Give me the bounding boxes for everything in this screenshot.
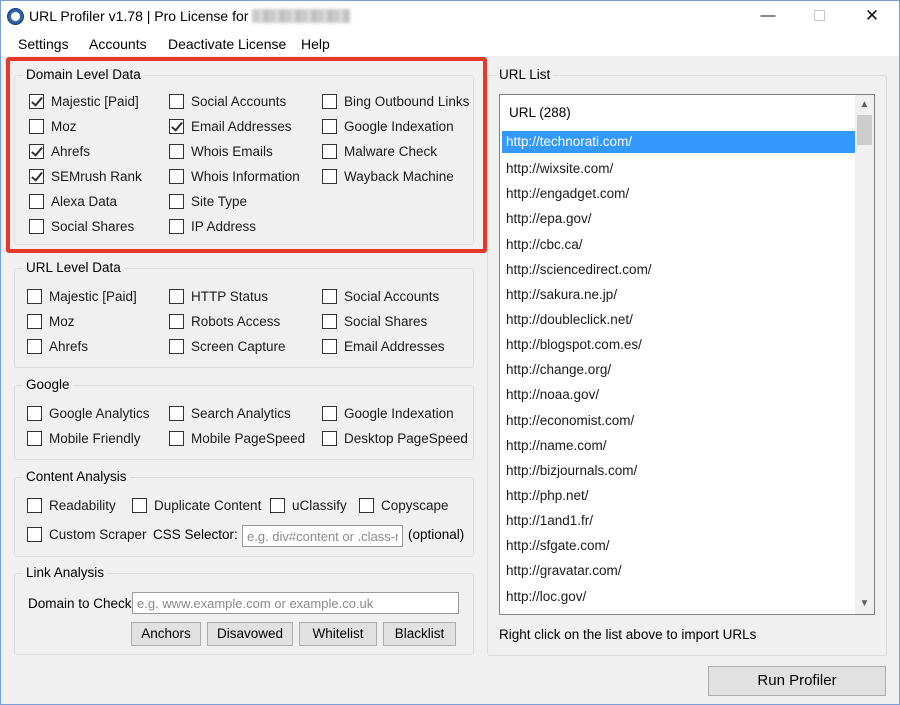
checkbox-box: [27, 431, 42, 446]
checkbox-box: [359, 498, 374, 513]
url-list-item[interactable]: http://noaa.gov/: [502, 382, 855, 407]
checkbox-label: Search Analytics: [191, 406, 291, 421]
domain-to-check-label: Domain to Check:: [28, 596, 136, 611]
checkbox-box: [27, 339, 42, 354]
checkbox-label: Email Addresses: [344, 339, 445, 354]
minimize-button[interactable]: —: [745, 1, 791, 31]
url-list-item[interactable]: http://doubleclick.net/: [502, 307, 855, 332]
url-list-item[interactable]: http://blogspot.com.es/: [502, 332, 855, 357]
disavowed-button[interactable]: Disavowed: [207, 622, 293, 646]
url-list-item[interactable]: http://technorati.com/: [502, 131, 855, 153]
checkbox-box: [322, 314, 337, 329]
checkbox-label: Mobile Friendly: [49, 431, 141, 446]
checkbox-box: [27, 289, 42, 304]
url-list-item[interactable]: http://name.com/: [502, 433, 855, 458]
maximize-button[interactable]: [796, 1, 842, 31]
google-label: Google: [23, 377, 73, 393]
window-title: URL Profiler v1.78 | Pro License for: [29, 8, 351, 24]
url-list-label: URL List: [496, 67, 554, 83]
url-list-item[interactable]: http://epa.gov/: [502, 206, 855, 231]
checkbox-box: [322, 289, 337, 304]
redacted-license-name: [252, 9, 351, 23]
url-list-item[interactable]: http://sakura.ne.jp/: [502, 282, 855, 307]
domain-to-check-input[interactable]: [132, 592, 459, 614]
url-list-item[interactable]: http://1and1.fr/: [502, 508, 855, 533]
url-list-item[interactable]: http://gravatar.com/: [502, 558, 855, 583]
checkbox-box: [322, 406, 337, 421]
checkbox-box: [322, 431, 337, 446]
scroll-down-icon[interactable]: ▼: [855, 595, 874, 613]
checkbox-label: Mobile PageSpeed: [191, 431, 306, 446]
scroll-thumb[interactable]: [857, 115, 872, 145]
google-group: Google: [14, 377, 474, 460]
checkbox-box: [132, 498, 147, 513]
blacklist-button[interactable]: Blacklist: [383, 622, 456, 646]
url-list-item[interactable]: http://loc.gov/: [502, 584, 855, 609]
checkbox-label: Readability: [49, 498, 116, 513]
checkbox-label: Custom Scraper: [49, 527, 147, 542]
run-profiler-button[interactable]: Run Profiler: [708, 666, 886, 696]
url-list-item[interactable]: http://wixsite.com/: [502, 156, 855, 181]
whitelist-button[interactable]: Whitelist: [299, 622, 377, 646]
checkbox-box: [169, 339, 184, 354]
url-list-item[interactable]: http://economist.com/: [502, 408, 855, 433]
checkbox-label: Social Shares: [344, 314, 428, 329]
checkbox-box: [322, 339, 337, 354]
checkbox-box: [169, 431, 184, 446]
checkbox-box: [27, 527, 42, 542]
url-list-header: URL (288): [509, 105, 571, 120]
url-list-item[interactable]: http://change.org/: [502, 357, 855, 382]
url-list-item[interactable]: http://engadget.com/: [502, 181, 855, 206]
app-logo-icon: [7, 8, 24, 25]
url-list-item[interactable]: http://cbc.ca/: [502, 232, 855, 257]
checkbox-label: Screen Capture: [191, 339, 286, 354]
checkbox-label: Google Analytics: [49, 406, 150, 421]
css-selector-input[interactable]: [242, 525, 403, 547]
checkbox-label: Social Accounts: [344, 289, 440, 304]
content-analysis-label: Content Analysis: [23, 469, 130, 485]
url-list-item[interactable]: http://sciencedirect.com/: [502, 257, 855, 282]
checkbox-box: [169, 314, 184, 329]
close-button[interactable]: ✕: [849, 1, 895, 31]
menu-deactivate-license[interactable]: Deactivate License: [168, 36, 286, 52]
checkbox-label: Google Indexation: [344, 406, 454, 421]
checkbox-label: Ahrefs: [49, 339, 89, 354]
url-level-label: URL Level Data: [23, 260, 124, 276]
checkbox-label: Duplicate Content: [154, 498, 262, 513]
menu-bar: Settings Accounts Deactivate License Hel…: [1, 32, 899, 56]
anchors-button[interactable]: Anchors: [131, 622, 201, 646]
url-listbox[interactable]: URL (288) http://technorati.com/http://w…: [499, 94, 875, 615]
vertical-scrollbar[interactable]: ▲ ▼: [855, 95, 874, 614]
checkbox-label: HTTP Status: [191, 289, 269, 304]
optional-label: (optional): [408, 527, 465, 542]
window-title-text: URL Profiler v1.78 | Pro License for: [29, 8, 249, 24]
checkbox-label: Moz: [49, 314, 75, 329]
checkbox-box: [27, 406, 42, 421]
url-list-item[interactable]: http://sfgate.com/: [502, 533, 855, 558]
url-list-item[interactable]: http://php.net/: [502, 483, 855, 508]
checkbox-label: Robots Access: [191, 314, 281, 329]
domain-level-highlight-annotation: [6, 57, 487, 253]
app-window: URL Profiler v1.78 | Pro License for — ✕…: [0, 0, 900, 705]
checkbox-box: [169, 406, 184, 421]
menu-help[interactable]: Help: [301, 36, 330, 52]
url-rows: http://technorati.com/http://wixsite.com…: [502, 131, 855, 609]
checkbox-box: [27, 498, 42, 513]
css-selector-label: CSS Selector:: [153, 527, 238, 542]
checkbox-box: [169, 289, 184, 304]
menu-settings[interactable]: Settings: [18, 36, 69, 52]
checkbox-label: Majestic [Paid]: [49, 289, 137, 304]
link-analysis-label: Link Analysis: [23, 565, 108, 581]
checkbox-box: [270, 498, 285, 513]
scroll-up-icon[interactable]: ▲: [855, 96, 874, 114]
url-list-hint: Right click on the list above to import …: [499, 627, 757, 642]
maximize-icon: [813, 10, 825, 21]
checkbox-box: [27, 314, 42, 329]
checkbox-label: Copyscape: [381, 498, 449, 513]
title-bar: URL Profiler v1.78 | Pro License for — ✕: [1, 1, 899, 32]
checkbox-label: Desktop PageSpeed: [344, 431, 468, 446]
checkbox-label: uClassify: [292, 498, 347, 513]
url-list-item[interactable]: http://bizjournals.com/: [502, 458, 855, 483]
menu-accounts[interactable]: Accounts: [89, 36, 147, 52]
